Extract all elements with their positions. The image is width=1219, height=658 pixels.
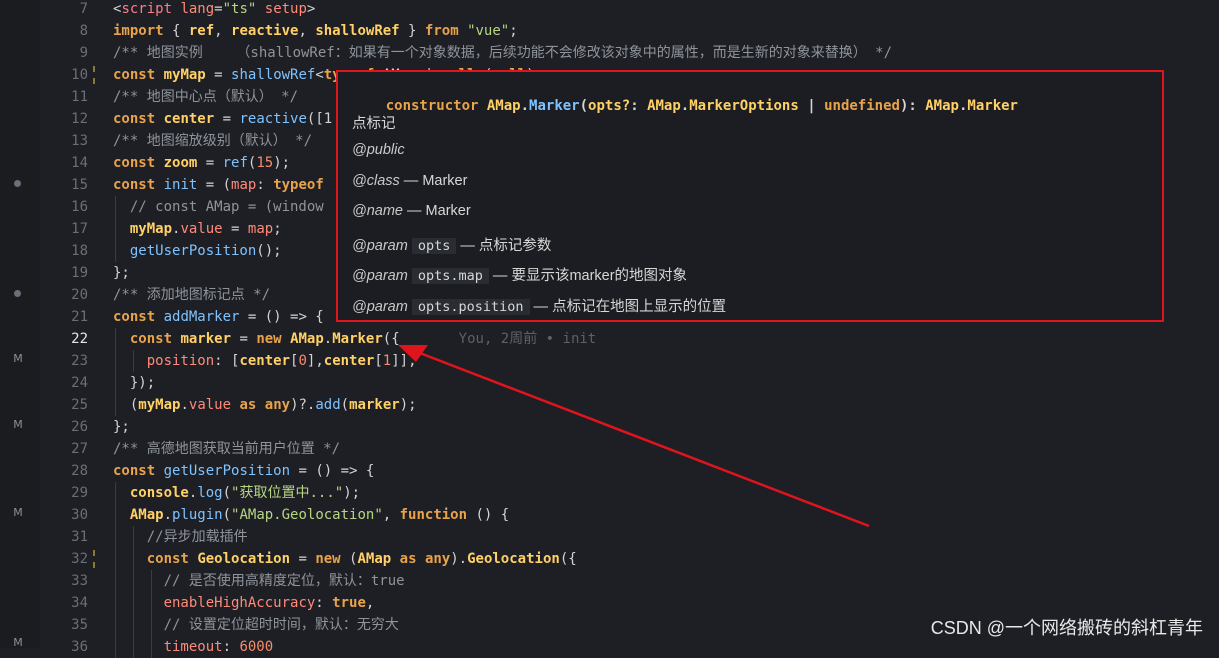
line-number: 21 [71, 309, 88, 325]
line-number: 7 [79, 1, 88, 17]
code-text: const init = (map: typeof [113, 177, 324, 193]
code-line[interactable]: 23 position: [center[0],center[1]], [40, 350, 1210, 372]
line-number: 8 [79, 23, 88, 39]
code-text: const addMarker = () => { [113, 309, 324, 325]
code-line[interactable]: 29 console.log("获取位置中..."); [40, 482, 1210, 504]
line-number: 34 [71, 595, 88, 611]
code-text: // 设置定位超时时间，默认：无穷大 [163, 617, 399, 633]
code-text: }; [113, 265, 130, 281]
code-text: import { ref, reactive, shallowRef } fro… [113, 23, 518, 39]
code-line[interactable]: 22 const marker = new AMap.Marker({ You,… [40, 328, 1210, 350]
line-number: 15 [71, 177, 88, 193]
hover-tooltip: constructor AMap.Marker(opts?: AMap.Mark… [336, 70, 1164, 322]
code-text: (myMap.value as any)?.add(marker); [113, 397, 417, 413]
line-number: 17 [71, 221, 88, 237]
line-number: 23 [71, 353, 88, 369]
git-modified-marker: M [13, 636, 23, 649]
line-number: 20 [71, 287, 88, 303]
tooltip-doc-tag: @param opts.position — 点标记在地图上显示的位置 [352, 298, 727, 315]
code-text: /** 地图实例 （shallowRef：如果有一个对象数据，后续功能不会修改该… [113, 45, 893, 61]
line-number: 16 [71, 199, 88, 215]
code-line[interactable]: 30 AMap.plugin("AMap.Geolocation", funct… [40, 504, 1210, 526]
line-number: 18 [71, 243, 88, 259]
line-number: 33 [71, 573, 88, 589]
line-number: 14 [71, 155, 88, 171]
line-number: 12 [71, 111, 88, 127]
tooltip-description: 点标记 [352, 116, 396, 132]
breakpoint-dot-icon[interactable] [14, 290, 21, 297]
tooltip-doc-tag: @param opts — 点标记参数 [352, 237, 552, 254]
line-number: 36 [71, 639, 88, 655]
code-text: const center = reactive([1 [113, 111, 333, 127]
code-text: timeout: 6000 [163, 639, 274, 655]
code-text: getUserPosition(); [129, 243, 282, 259]
code-text: /** 添加地图标记点 */ [113, 287, 271, 303]
change-indicator [93, 66, 95, 84]
line-number: 10 [71, 67, 88, 83]
tooltip-doc-tag: @param opts.map — 要显示该marker的地图对象 [352, 268, 688, 284]
line-number: 29 [71, 485, 88, 501]
line-number: 28 [71, 463, 88, 479]
code-line[interactable]: 25 (myMap.value as any)?.add(marker); [40, 394, 1210, 416]
code-text: <script lang="ts" setup> [113, 1, 316, 17]
line-number: 35 [71, 617, 88, 633]
code-text: myMap.value = map; [129, 221, 282, 237]
git-modified-marker: M [13, 506, 23, 519]
code-text: //异步加载插件 [146, 529, 248, 545]
code-line[interactable]: 28 const getUserPosition = () => { [40, 460, 1210, 482]
watermark: CSDN @一个网络搬砖的斜杠青年 [930, 618, 1203, 638]
breakpoint-dot-icon[interactable] [14, 180, 21, 187]
code-text: console.log("获取位置中..."); [129, 485, 361, 501]
code-text: }); [113, 375, 156, 391]
line-number: 22 [71, 331, 88, 347]
git-modified-marker: M [13, 352, 23, 365]
code-text: const Geolocation = new (AMap as any).Ge… [146, 551, 577, 567]
change-indicator [93, 550, 95, 568]
line-number: 30 [71, 507, 88, 523]
line-number: 27 [71, 441, 88, 457]
line-number: 31 [71, 529, 88, 545]
code-line[interactable]: 33 // 是否使用高精度定位，默认：true [40, 570, 1210, 592]
code-text: /** 地图中心点（默认） */ [113, 89, 299, 105]
code-text: const zoom = ref(15); [113, 155, 291, 171]
code-line[interactable]: 32 const Geolocation = new (AMap as any)… [40, 548, 1210, 570]
code-line[interactable]: 9 /** 地图实例 （shallowRef：如果有一个对象数据，后续功能不会修改… [40, 42, 1210, 64]
tooltip-doc-tag: @name — Marker [352, 203, 471, 219]
code-line[interactable]: 27 /** 高德地图获取当前用户位置 */ [40, 438, 1210, 460]
code-text: /** 地图缩放级别（默认） */ [113, 133, 313, 149]
line-number: 9 [79, 45, 88, 61]
gutter-bar: M M M M [0, 0, 40, 649]
tooltip-signature: constructor AMap.Marker(opts?: AMap.Mark… [385, 98, 1018, 114]
code-text: // 是否使用高精度定位，默认：true [163, 573, 405, 589]
code-text: /** 高德地图获取当前用户位置 */ [113, 441, 341, 457]
code-line[interactable]: 34 enableHighAccuracy: true, [40, 592, 1210, 614]
code-line[interactable]: 7 <script lang="ts" setup> [40, 0, 1210, 20]
tooltip-doc-tag: @class — Marker [352, 172, 468, 189]
tooltip-doc-tag: @public [352, 142, 405, 158]
code-line[interactable]: 8 import { ref, reactive, shallowRef } fr… [40, 20, 1210, 42]
line-number: 26 [71, 419, 88, 435]
line-number: 25 [71, 397, 88, 413]
line-number: 11 [71, 89, 88, 105]
code-text: position: [center[0],center[1]], [146, 353, 417, 369]
code-text: AMap.plugin("AMap.Geolocation", function… [129, 507, 510, 523]
code-line[interactable]: 26}; [40, 416, 1210, 438]
line-number: 19 [71, 265, 88, 281]
code-text: }; [113, 419, 130, 435]
line-number: 13 [71, 133, 88, 149]
code-line[interactable]: 24 }); [40, 372, 1210, 394]
line-number: 32 [71, 551, 88, 567]
line-number: 24 [71, 375, 88, 391]
git-modified-marker: M [13, 418, 23, 431]
code-text: // const AMap = (window [129, 199, 324, 215]
code-text: enableHighAccuracy: true, [163, 595, 375, 611]
code-line[interactable]: 31 //异步加载插件 [40, 526, 1210, 548]
code-text: const getUserPosition = () => { [113, 463, 375, 479]
code-text: const marker = new AMap.Marker({ You, 2周… [129, 331, 597, 347]
